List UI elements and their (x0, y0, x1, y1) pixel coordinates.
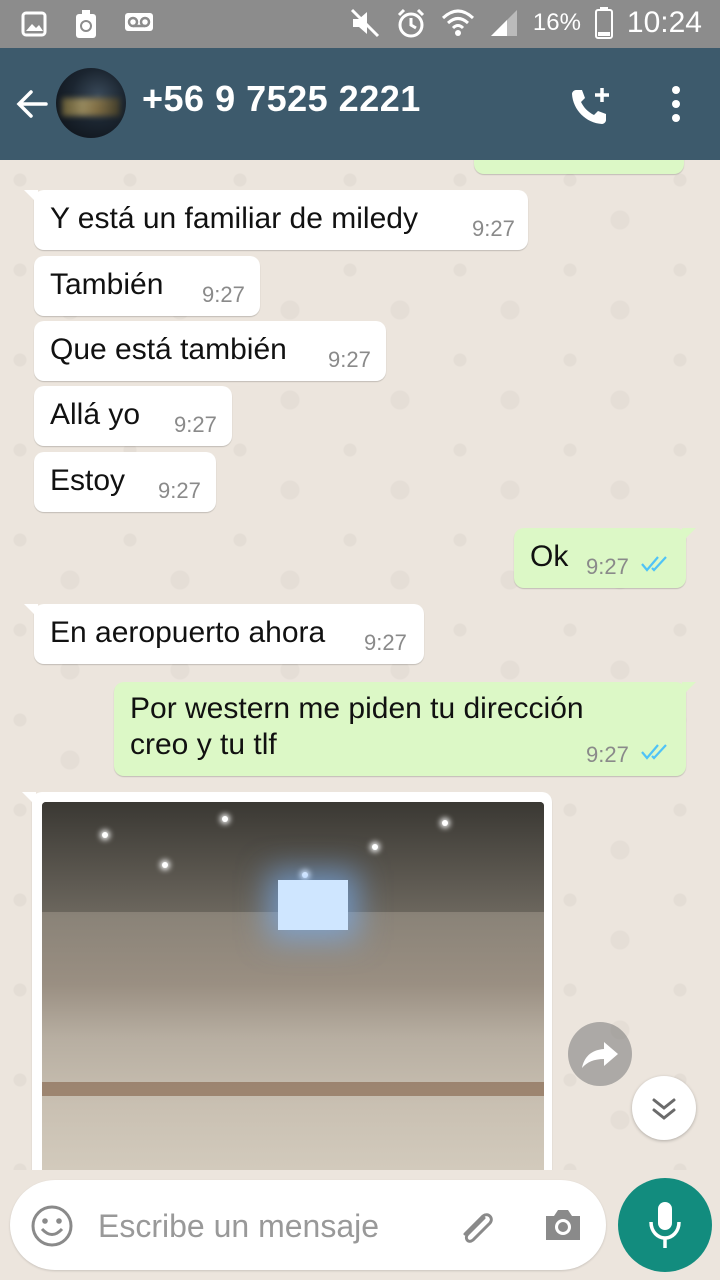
image-icon (21, 11, 47, 37)
message-bubble-incoming[interactable]: Que está también 9:27 (34, 321, 386, 381)
attach-icon[interactable] (454, 1204, 500, 1250)
battery-icon (594, 7, 613, 39)
clock: 10:24 (626, 6, 702, 39)
message-time: 9:27 (586, 554, 629, 579)
message-time: 9:27 (586, 742, 629, 767)
ceiling-light (302, 872, 308, 878)
message-time: 9:27 (174, 412, 217, 437)
contact-name[interactable]: +56 9 7525 2221 (142, 78, 421, 120)
message-text: Que está también (50, 333, 287, 366)
message-text: Ok (530, 540, 569, 573)
floor-band (42, 1082, 544, 1096)
message-time: 9:27 (364, 630, 407, 655)
message-list[interactable]: Y está un familiar de miledy 9:27 Tambié… (0, 160, 720, 1170)
message-text: También (50, 268, 164, 301)
alarm-icon (397, 8, 424, 38)
battery-saver-icon (76, 10, 96, 38)
scroll-down-button[interactable] (632, 1076, 696, 1140)
message-text: Y está un familiar de miledy (50, 202, 418, 235)
chat-header: +56 9 7525 2221 (0, 48, 720, 160)
composer-bar (0, 1170, 720, 1280)
avatar[interactable] (56, 68, 126, 138)
add-call-icon[interactable] (568, 84, 616, 128)
display-screen (278, 880, 348, 930)
message-time: 9:27 (472, 216, 515, 241)
message-bubble-outgoing[interactable]: Ok 9:27 (514, 528, 696, 588)
message-input-container[interactable] (10, 1180, 606, 1270)
message-bubble-outgoing[interactable]: Por western me piden tu dirección creo y… (114, 682, 696, 776)
mic-icon (649, 1202, 681, 1248)
airport-photo[interactable] (42, 802, 544, 1170)
double-chevron-down-icon (652, 1098, 676, 1120)
ceiling-light (102, 832, 108, 838)
read-ticks-icon (641, 556, 667, 572)
message-time: 9:27 (158, 478, 201, 503)
message-text: En aeropuerto ahora (50, 616, 326, 649)
ceiling-light (442, 820, 448, 826)
message-text-line2: creo y tu tlf (130, 728, 277, 761)
back-arrow-icon[interactable] (14, 86, 50, 122)
wifi-icon (441, 9, 474, 36)
message-bubble-partial (474, 160, 684, 174)
mute-icon (350, 8, 379, 38)
message-text: Estoy (50, 464, 126, 497)
ceiling-light (162, 862, 168, 868)
message-text: Allá yo (50, 398, 141, 431)
more-vert-icon[interactable] (664, 84, 688, 124)
message-input[interactable] (96, 1198, 440, 1254)
voicemail-icon (125, 13, 153, 31)
signal-icon (490, 10, 517, 36)
status-bar: 16% 10:24 (0, 0, 720, 48)
message-time: 9:27 (202, 282, 245, 307)
camera-icon[interactable] (542, 1206, 584, 1244)
read-ticks-icon (641, 744, 667, 760)
emoji-icon[interactable] (30, 1204, 74, 1248)
message-bubble-incoming[interactable]: Allá yo 9:27 (34, 386, 232, 446)
message-bubble-incoming[interactable]: Estoy 9:27 (34, 452, 216, 512)
message-bubble-incoming[interactable]: Y está un familiar de miledy 9:27 (24, 190, 528, 250)
forward-button[interactable] (568, 1022, 632, 1086)
message-bubble-incoming[interactable]: También 9:27 (34, 256, 260, 316)
ceiling-light (222, 816, 228, 822)
battery-percent: 16% (532, 9, 581, 36)
forward-icon (582, 1042, 618, 1068)
image-message[interactable] (22, 792, 552, 1170)
message-text-line1: Por western me piden tu dirección (130, 692, 584, 725)
ceiling-light (372, 844, 378, 850)
message-bubble-incoming[interactable]: En aeropuerto ahora 9:27 (24, 604, 424, 664)
mic-button[interactable] (618, 1178, 712, 1272)
message-time: 9:27 (328, 347, 371, 372)
